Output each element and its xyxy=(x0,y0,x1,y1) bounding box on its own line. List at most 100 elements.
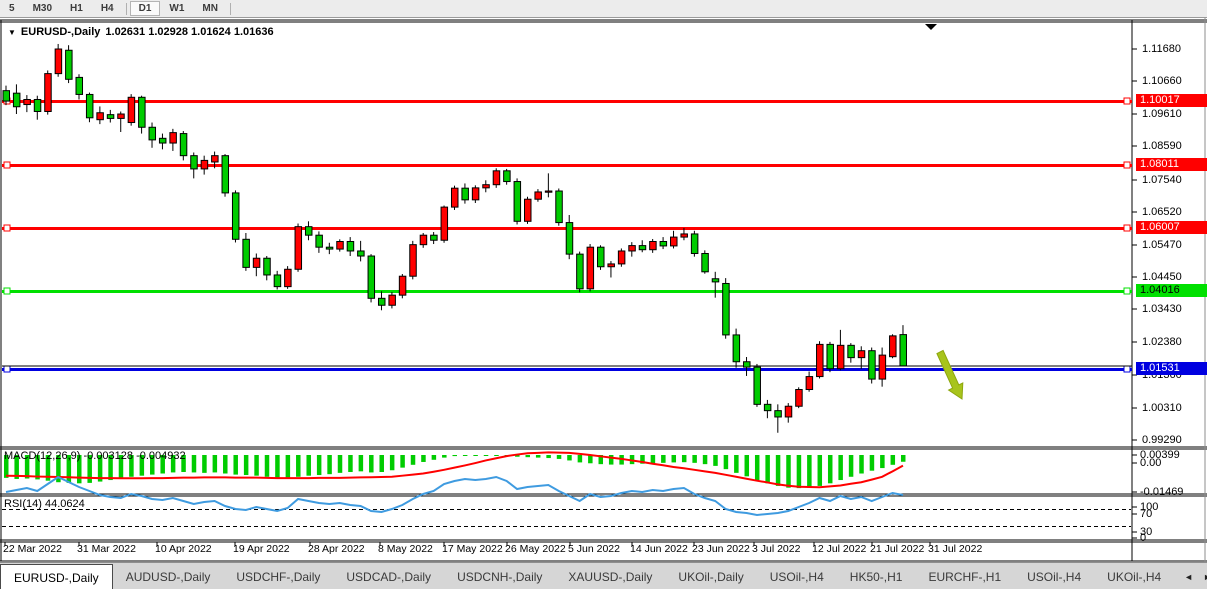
date-axis-label: 3 Jul 2022 xyxy=(752,543,800,555)
candle-body xyxy=(399,276,406,295)
tab-usdcaddaily-3[interactable]: USDCAD-,Daily xyxy=(333,563,444,589)
hline-1.01531[interactable] xyxy=(2,368,1132,371)
candle-body xyxy=(806,377,813,390)
macd-bar xyxy=(379,455,384,472)
hline-handle[interactable] xyxy=(4,162,10,168)
price-axis-label: 1.11680 xyxy=(1142,43,1181,55)
hline-handle[interactable] xyxy=(1124,98,1130,104)
chart-title-ohlc: 1.02631 1.02928 1.01624 1.01636 xyxy=(105,26,273,38)
tab-audusddaily-1[interactable]: AUDUSD-,Daily xyxy=(113,563,224,589)
hline-handle[interactable] xyxy=(1124,162,1130,168)
tab-hk50h1-8[interactable]: HK50-,H1 xyxy=(837,563,916,589)
candle-body xyxy=(107,115,114,119)
tf-button-W1[interactable]: W1 xyxy=(160,1,193,16)
hline-handle[interactable] xyxy=(4,225,10,231)
date-axis-label: 19 Apr 2022 xyxy=(233,543,290,555)
hline-handle[interactable] xyxy=(1124,288,1130,294)
macd-bar xyxy=(692,455,697,463)
macd-bar xyxy=(452,455,457,456)
tab-scroll-arrows: ◄► xyxy=(1174,563,1207,589)
macd-bar xyxy=(870,455,875,471)
candle-body xyxy=(754,367,761,404)
macd-bar xyxy=(233,455,238,475)
macd-bar xyxy=(651,455,656,463)
candle-body xyxy=(681,234,688,237)
price-axis-label: 1.07540 xyxy=(1142,174,1182,186)
date-axis-label: 10 Apr 2022 xyxy=(155,543,212,555)
hline-1.10017[interactable] xyxy=(2,100,1132,103)
chart-canvas xyxy=(0,18,1207,562)
candle-body xyxy=(660,242,667,246)
hline-handle[interactable] xyxy=(4,366,10,372)
candle-body xyxy=(837,345,844,368)
tab-usoilh4-10[interactable]: USOil-,H4 xyxy=(1014,563,1094,589)
tab-ukoilh4-11[interactable]: UKOil-,H4 xyxy=(1094,563,1174,589)
date-axis-label: 28 Apr 2022 xyxy=(308,543,365,555)
collapse-triangle-icon[interactable]: ▼ xyxy=(8,28,16,37)
candle-body xyxy=(566,223,573,255)
tab-scroll-left-icon[interactable]: ◄ xyxy=(1184,572,1193,582)
tab-xauusddaily-5[interactable]: XAUUSD-,Daily xyxy=(555,563,665,589)
hline-handle[interactable] xyxy=(1124,225,1130,231)
candle-body xyxy=(13,93,20,107)
candle-body xyxy=(577,254,584,289)
tab-eurchfh1-9[interactable]: EURCHF-,H1 xyxy=(915,563,1014,589)
candle-body xyxy=(618,251,625,264)
tab-scroll-right-icon[interactable]: ► xyxy=(1203,572,1207,582)
macd-bar xyxy=(390,455,395,470)
hline-handle[interactable] xyxy=(4,288,10,294)
candle-body xyxy=(712,279,719,282)
date-axis-label: 26 May 2022 xyxy=(505,543,566,555)
candle-body xyxy=(410,245,417,277)
down-arrow-annotation[interactable] xyxy=(937,350,963,399)
tab-usdchfdaily-2[interactable]: USDCHF-,Daily xyxy=(223,563,333,589)
candle-body xyxy=(785,406,792,417)
price-axis-label: 1.03430 xyxy=(1142,303,1182,315)
price-axis-label: 1.05470 xyxy=(1142,239,1182,251)
candle-body xyxy=(493,171,500,185)
tf-button-MN[interactable]: MN xyxy=(193,1,227,16)
toolbar-separator xyxy=(126,3,127,15)
macd-bar xyxy=(442,455,447,458)
price-axis-label: 1.10660 xyxy=(1142,75,1182,87)
candle-body xyxy=(34,99,41,111)
tf-button-5[interactable]: 5 xyxy=(0,1,24,16)
tab-ukoildaily-6[interactable]: UKOil-,Daily xyxy=(665,563,756,589)
hline-handle[interactable] xyxy=(1124,366,1130,372)
candle-body xyxy=(253,258,260,267)
candle-body xyxy=(535,192,542,199)
macd-bar xyxy=(713,455,718,466)
macd-bar xyxy=(891,455,896,465)
macd-bar xyxy=(567,455,572,460)
price-badge: 1.08011 xyxy=(1136,158,1207,171)
tab-eurusddaily-0[interactable]: EURUSD-,Daily xyxy=(0,564,113,589)
candle-body xyxy=(191,156,198,169)
tf-button-H4[interactable]: H4 xyxy=(92,1,123,16)
tf-button-H1[interactable]: H1 xyxy=(61,1,92,16)
tab-usoilh4-7[interactable]: USOil-,H4 xyxy=(757,563,837,589)
macd-bar xyxy=(286,455,291,479)
candle-body xyxy=(285,269,292,286)
macd-bar xyxy=(192,455,197,472)
candle-body xyxy=(869,351,876,379)
candle-body xyxy=(483,185,490,188)
candle-body xyxy=(180,134,187,156)
candle-body xyxy=(733,335,740,362)
candle-body xyxy=(775,411,782,417)
candle-body xyxy=(170,133,177,143)
candle-body xyxy=(420,235,427,244)
macd-bar xyxy=(348,455,353,472)
hline-1.08011[interactable] xyxy=(2,164,1132,167)
candle-body xyxy=(629,246,636,251)
macd-bar xyxy=(807,455,812,488)
tf-button-M30[interactable]: M30 xyxy=(24,1,61,16)
macd-bar xyxy=(421,455,426,462)
tf-button-D1[interactable]: D1 xyxy=(130,1,161,16)
macd-bar xyxy=(484,455,489,456)
tab-usdcnhdaily-4[interactable]: USDCNH-,Daily xyxy=(444,563,555,589)
hline-1.04016[interactable] xyxy=(2,290,1132,293)
candle-body xyxy=(545,191,552,192)
candle-body xyxy=(149,127,156,140)
macd-axis-label: -0.01469 xyxy=(1140,487,1183,498)
candle-body xyxy=(848,345,855,357)
